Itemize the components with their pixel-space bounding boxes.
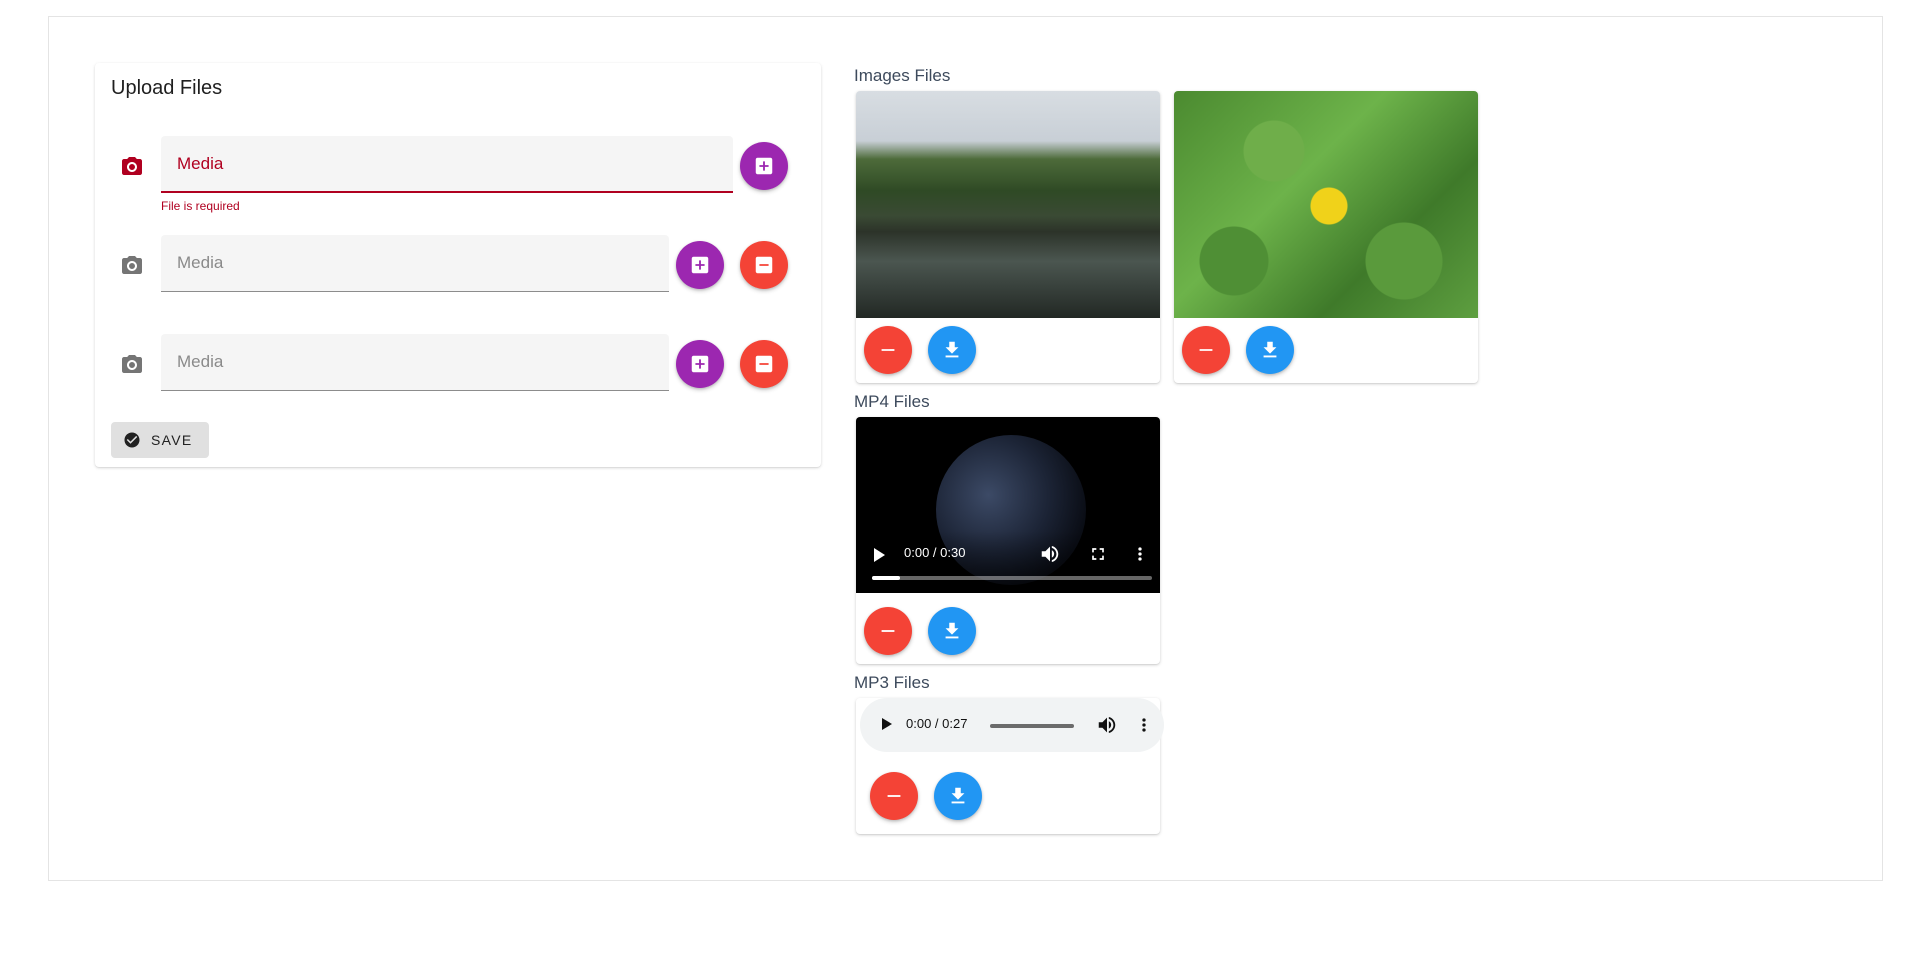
upload-files-card: Upload Files File is required bbox=[95, 63, 821, 467]
video-card: 0:00 / 0:30 bbox=[856, 417, 1160, 664]
remove-video-button[interactable] bbox=[864, 607, 912, 655]
media-input-1[interactable] bbox=[161, 136, 733, 191]
add-file-button-3[interactable] bbox=[676, 340, 724, 388]
media-field-1[interactable] bbox=[161, 136, 733, 193]
upload-title: Upload Files bbox=[111, 77, 223, 99]
images-files-label: Images Files bbox=[854, 66, 951, 85]
download-audio-button[interactable] bbox=[934, 772, 982, 820]
remove-image-button-1[interactable] bbox=[864, 326, 912, 374]
more-options-icon[interactable] bbox=[1134, 715, 1154, 735]
more-options-icon[interactable] bbox=[1130, 544, 1150, 564]
download-image-button-1[interactable] bbox=[928, 326, 976, 374]
camera-icon bbox=[120, 253, 144, 277]
remove-icon bbox=[887, 795, 901, 797]
download-icon bbox=[1263, 341, 1277, 358]
file-required-error: File is required bbox=[161, 199, 240, 213]
check-circle-icon bbox=[124, 432, 140, 448]
add-file-button-2[interactable] bbox=[676, 241, 724, 289]
video-controls: 0:00 / 0:30 bbox=[856, 531, 1160, 593]
remove-file-button-2[interactable] bbox=[740, 241, 788, 289]
audio-player[interactable]: 0:00 / 0:27 bbox=[860, 698, 1164, 752]
download-icon bbox=[951, 787, 965, 804]
save-button[interactable]: SAVE bbox=[111, 422, 209, 458]
image-preview-flower bbox=[1174, 91, 1478, 318]
file-row-1: File is required bbox=[95, 136, 821, 213]
volume-icon[interactable] bbox=[1096, 714, 1118, 736]
audio-card: 0:00 / 0:27 bbox=[856, 698, 1164, 834]
file-row-3 bbox=[95, 334, 821, 394]
mp4-files-label: MP4 Files bbox=[854, 392, 930, 411]
download-icon bbox=[945, 622, 959, 639]
remove-audio-button[interactable] bbox=[870, 772, 918, 820]
fullscreen-icon[interactable] bbox=[1088, 544, 1108, 564]
audio-progress-bar[interactable] bbox=[990, 724, 1074, 728]
download-icon bbox=[945, 341, 959, 358]
media-field-3[interactable] bbox=[161, 334, 669, 391]
download-image-button-2[interactable] bbox=[1246, 326, 1294, 374]
camera-icon bbox=[120, 352, 144, 376]
remove-box-icon bbox=[755, 355, 773, 373]
media-input-2[interactable] bbox=[161, 235, 669, 291]
image-card-2 bbox=[1174, 91, 1478, 383]
remove-box-icon bbox=[755, 256, 773, 274]
file-row-2 bbox=[95, 235, 821, 295]
volume-icon[interactable] bbox=[1039, 543, 1061, 565]
video-progress-fill bbox=[872, 576, 900, 580]
mp3-files-label: MP3 Files bbox=[854, 673, 930, 692]
play-icon[interactable] bbox=[882, 718, 892, 730]
image-preview-lake bbox=[856, 91, 1160, 318]
add-box-icon bbox=[755, 157, 773, 175]
save-label: SAVE bbox=[151, 432, 193, 448]
remove-icon bbox=[1199, 349, 1213, 351]
play-icon[interactable] bbox=[874, 548, 885, 562]
media-field-2[interactable] bbox=[161, 235, 669, 292]
image-card-1 bbox=[856, 91, 1160, 383]
add-box-icon bbox=[691, 355, 709, 373]
remove-icon bbox=[881, 630, 895, 632]
remove-icon bbox=[881, 349, 895, 351]
video-player[interactable]: 0:00 / 0:30 bbox=[856, 417, 1160, 593]
video-time: 0:00 / 0:30 bbox=[904, 545, 966, 560]
remove-image-button-2[interactable] bbox=[1182, 326, 1230, 374]
camera-icon bbox=[120, 154, 144, 178]
add-file-button-1[interactable] bbox=[740, 142, 788, 190]
remove-file-button-3[interactable] bbox=[740, 340, 788, 388]
add-box-icon bbox=[691, 256, 709, 274]
media-input-3[interactable] bbox=[161, 334, 669, 390]
audio-time: 0:00 / 0:27 bbox=[906, 716, 968, 731]
video-progress-bar[interactable] bbox=[872, 576, 1152, 580]
download-video-button[interactable] bbox=[928, 607, 976, 655]
